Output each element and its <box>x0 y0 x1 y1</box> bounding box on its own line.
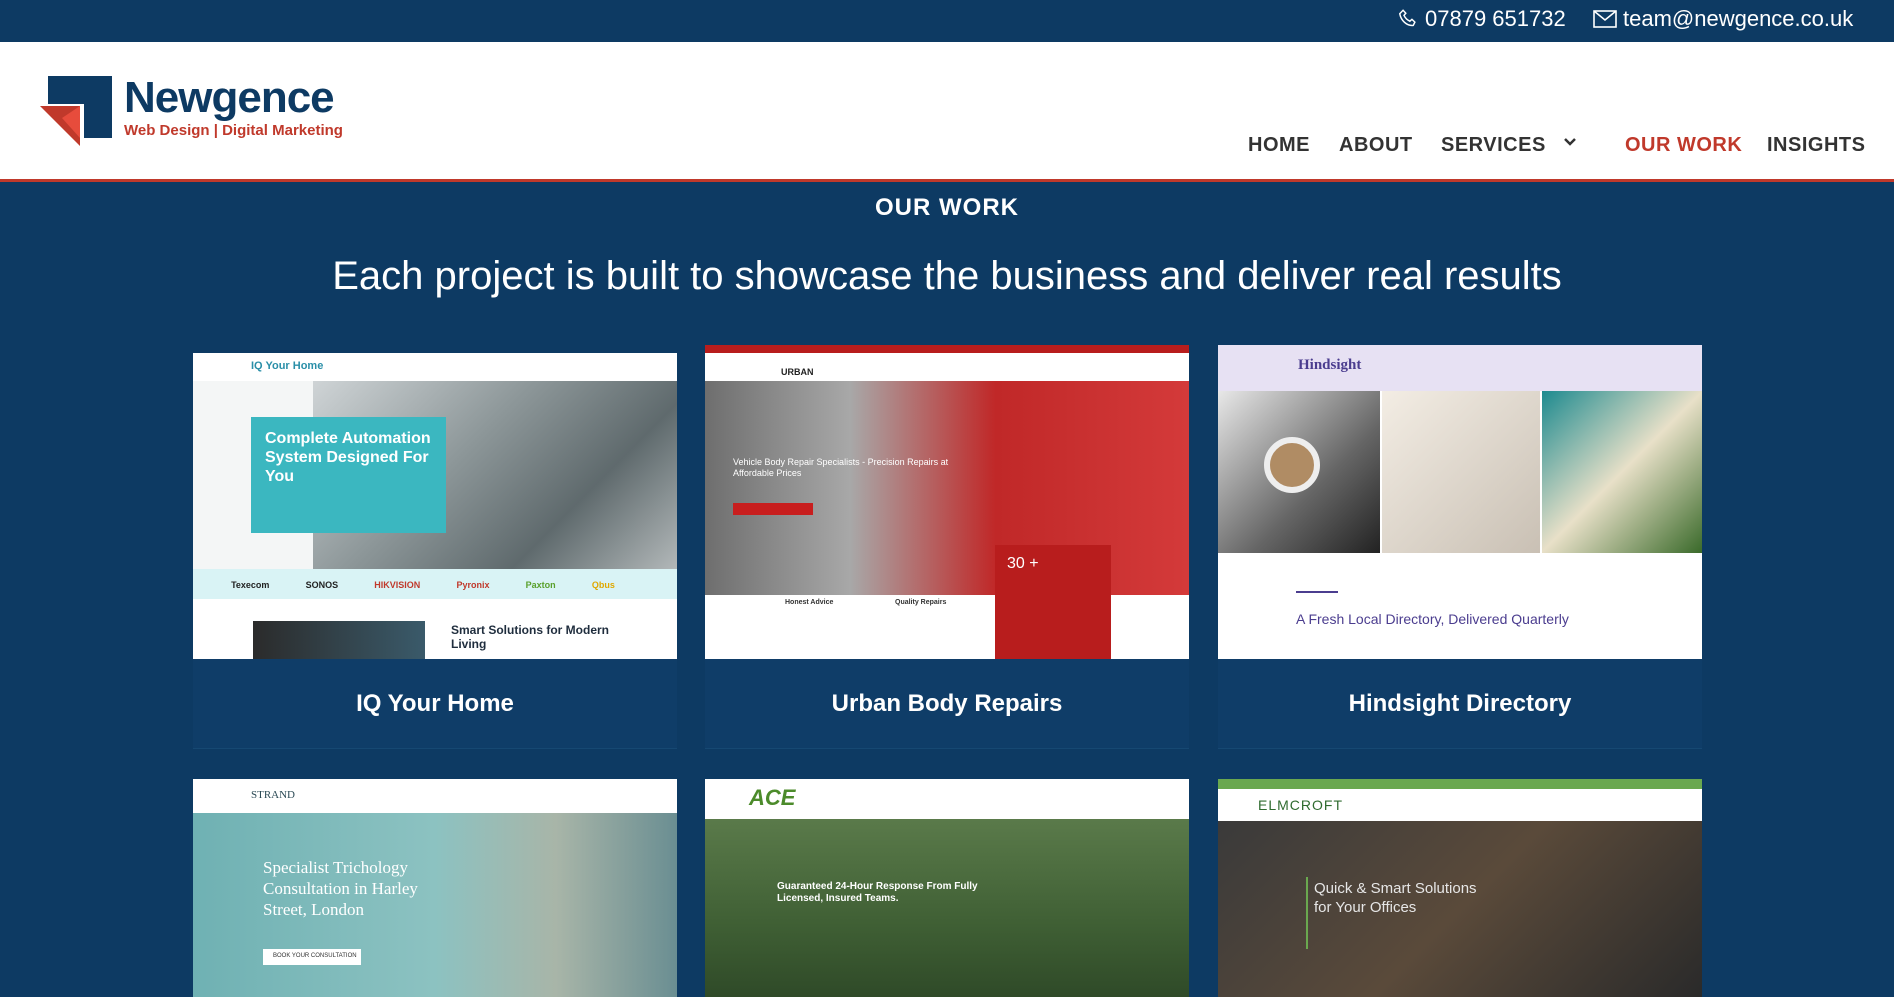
section-label: OUR WORK <box>875 194 1019 221</box>
nav-services[interactable]: SERVICES <box>1441 134 1546 157</box>
mini-hero-text: Guaranteed 24-Hour Response From Fully L… <box>777 881 978 904</box>
project-card-urban-body-repairs[interactable]: URBAN Vehicle Body Repair Specialists - … <box>705 345 1189 749</box>
project-screenshot: URBAN Vehicle Body Repair Specialists - … <box>705 345 1189 659</box>
phone-icon <box>1398 9 1416 27</box>
phone-link[interactable]: 07879 651732 <box>1397 6 1566 32</box>
site-header: Newgence Web Design | Digital Marketing … <box>0 42 1894 182</box>
mini-stat: 30 + <box>1007 555 1039 572</box>
mini-site-name: URBAN <box>781 367 814 377</box>
mini-hero-text: Complete Automation System Designed For … <box>265 430 431 485</box>
project-screenshot: ACE Guaranteed 24-Hour Response From Ful… <box>705 779 1189 997</box>
mini-site-name: Hindsight <box>1298 357 1362 373</box>
project-title[interactable]: IQ Your Home <box>193 659 677 749</box>
mini-cta: BOOK YOUR CONSULTATION <box>273 953 357 959</box>
phone-number: 07879 651732 <box>1425 6 1566 31</box>
project-screenshot: IQ Your Home Complete Automation System … <box>193 345 677 659</box>
top-contact-bar: 07879 651732 team@newgence.co.uk <box>0 0 1894 42</box>
brand-logo: SONOS <box>305 580 339 590</box>
brand-logo: Paxton <box>525 580 556 590</box>
main-nav: HOME ABOUT SERVICES OUR WORK INSIGHTS <box>0 134 1894 164</box>
section-headline: Each project is built to showcase the bu… <box>332 254 1562 298</box>
mini-hero-text: Specialist Trichology Consultation in Ha… <box>263 858 418 919</box>
project-card-elmcroft[interactable]: ELMCROFT Quick & Smart Solutions for You… <box>1218 779 1702 997</box>
project-title[interactable]: Hindsight Directory <box>1218 659 1702 749</box>
mini-hero-text: Vehicle Body Repair Specialists - Precis… <box>733 457 949 478</box>
nav-insights[interactable]: INSIGHTS <box>1767 134 1865 157</box>
nav-about[interactable]: ABOUT <box>1339 134 1413 157</box>
project-card-ace[interactable]: ACE Guaranteed 24-Hour Response From Ful… <box>705 779 1189 997</box>
mini-hero-text: A Fresh Local Directory, Delivered Quart… <box>1296 611 1569 627</box>
mini-site-name: IQ Your Home <box>251 360 324 372</box>
project-screenshot: STRAND Specialist Trichology Consultatio… <box>193 779 677 997</box>
email-link[interactable]: team@newgence.co.uk <box>1593 6 1853 32</box>
brand-logo: Texecom <box>231 580 270 590</box>
chevron-down-icon[interactable] <box>1563 134 1577 152</box>
project-title[interactable]: Urban Body Repairs <box>705 659 1189 749</box>
mini-hero-text: Quick & Smart Solutions for Your Offices <box>1314 880 1477 916</box>
project-card-hindsight-directory[interactable]: Hindsight A Fresh Local Directory, Deliv… <box>1218 345 1702 749</box>
project-screenshot: Hindsight A Fresh Local Directory, Deliv… <box>1218 345 1702 659</box>
mini-site-name: STRAND <box>251 789 296 801</box>
brand-logo: HIKVISION <box>374 580 421 590</box>
brand-logo: Pyronix <box>456 580 490 590</box>
mini-site-name: ELMCROFT <box>1258 797 1343 813</box>
email-address: team@newgence.co.uk <box>1623 6 1854 31</box>
mini-feature: Quality Repairs <box>895 599 947 606</box>
our-work-section: OUR WORK Each project is built to showca… <box>0 182 1894 997</box>
project-card-iq-your-home[interactable]: IQ Your Home Complete Automation System … <box>193 345 677 749</box>
nav-our-work[interactable]: OUR WORK <box>1625 134 1742 157</box>
logo-name: Newgence <box>124 73 335 122</box>
mini-subhead: Smart Solutions for Modern Living <box>451 623 610 651</box>
mini-site-name: ACE <box>749 785 796 810</box>
nav-home[interactable]: HOME <box>1248 134 1310 157</box>
project-card-strand[interactable]: STRAND Specialist Trichology Consultatio… <box>193 779 677 997</box>
envelope-icon <box>1593 10 1617 28</box>
mini-feature: Honest Advice <box>785 599 834 606</box>
project-screenshot: ELMCROFT Quick & Smart Solutions for You… <box>1218 779 1702 997</box>
brand-logo: Qbus <box>591 580 615 590</box>
